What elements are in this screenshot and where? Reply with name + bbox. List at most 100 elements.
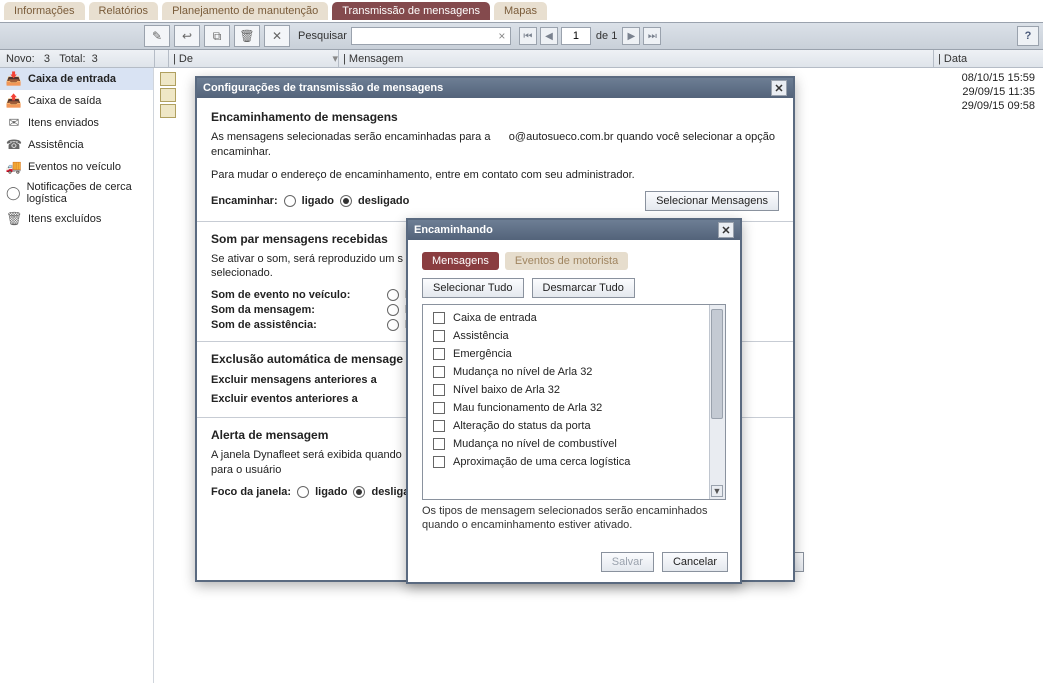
list-scrollbar[interactable]: ▼ (709, 305, 725, 499)
sidebar-item-assist[interactable]: ☎ Assistência (0, 134, 153, 156)
pager: ⏮ ◀ de 1 ▶ ⏭ (519, 27, 661, 45)
sidebar-item-label: Assistência (28, 139, 84, 151)
sound-vehicle-radio[interactable] (387, 289, 399, 301)
sidebar-item-geofence[interactable]: ◯Notificações de cerca logística (0, 178, 153, 208)
sound-msg-radio[interactable] (387, 304, 399, 316)
search-input[interactable] (351, 27, 511, 45)
sidebar-item-trash[interactable]: 🗑 Itens excluídos (0, 208, 153, 230)
pager-prev-icon[interactable]: ◀ (540, 27, 558, 45)
help-icon[interactable]: ? (1017, 26, 1039, 46)
pager-page-input[interactable] (561, 27, 591, 45)
list-item[interactable]: Assistência (423, 327, 725, 345)
tab-messaging[interactable]: Transmissão de mensagens (332, 2, 490, 20)
checkbox[interactable] (433, 366, 445, 378)
scroll-thumb[interactable] (711, 309, 723, 419)
pager-first-icon[interactable]: ⏮ (519, 27, 537, 45)
checkbox[interactable] (433, 438, 445, 450)
dlg2-close-icon[interactable]: ✕ (718, 222, 734, 238)
search-clear-icon[interactable]: × (495, 29, 509, 43)
tab-reports[interactable]: Relatórios (89, 2, 159, 20)
tab-maps[interactable]: Mapas (494, 2, 547, 20)
tab-maintenance[interactable]: Planejamento de manutenção (162, 2, 328, 20)
columns-header: Novo: 3 Total: 3 | De▾ | Mensagem | Data (0, 50, 1043, 68)
focus-off-radio[interactable] (353, 486, 365, 498)
select-all-button[interactable]: Selecionar Tudo (422, 278, 524, 298)
msg-date: 29/09/15 09:58 (962, 100, 1035, 112)
deselect-all-button[interactable]: Desmarcar Tudo (532, 278, 635, 298)
col-message[interactable]: | Mensagem (338, 50, 933, 67)
toolbar-reply-icon[interactable]: ↩ (174, 25, 200, 47)
sidebar-item-label: Caixa de entrada (28, 73, 116, 85)
scroll-down-icon[interactable]: ▼ (711, 485, 723, 497)
checkbox[interactable] (433, 312, 445, 324)
toolbar-new-icon[interactable]: ✎ (144, 25, 170, 47)
checkbox[interactable] (433, 348, 445, 360)
toolbar-copy-icon[interactable]: ⧉ (204, 25, 230, 47)
novo-count: 3 (44, 53, 50, 65)
truck-icon: 🚚 (6, 159, 22, 175)
novo-label: Novo: (6, 53, 35, 65)
focus-on-radio[interactable] (297, 486, 309, 498)
forward-off-radio[interactable] (340, 195, 352, 207)
list-item[interactable]: Caixa de entrada (423, 309, 725, 327)
sidebar-item-vehicle[interactable]: 🚚 Eventos no veículo (0, 156, 153, 178)
toolbar-settings-icon[interactable]: ✕ (264, 25, 290, 47)
list-item[interactable]: Mau funcionamento de Arla 32 (423, 399, 725, 417)
list-item[interactable]: Aproximação de uma cerca logística (423, 453, 725, 471)
sidebar-item-label: Itens enviados (28, 117, 99, 129)
sidebar-item-label: Itens excluídos (28, 213, 101, 225)
list-item[interactable]: Mudança no nível de combustível (423, 435, 725, 453)
toolbar: ✎ ↩ ⧉ 🗑 ✕ Pesquisar × ⏮ ◀ de 1 ▶ ⏭ ? (0, 22, 1043, 50)
dlg1-titlebar: Configurações de transmissão de mensagen… (197, 78, 793, 98)
sent-icon: ✉ (6, 115, 22, 131)
dlg2-titlebar: Encaminhando ✕ (408, 220, 740, 240)
cancel-button[interactable]: Cancelar (662, 552, 728, 572)
sidebar-item-label: Eventos no veículo (28, 161, 121, 173)
list-item[interactable]: Mudança no nível de Arla 32 (423, 363, 725, 381)
sidebar-item-sent[interactable]: ✉ Itens enviados (0, 112, 153, 134)
geofence-icon: ◯ (6, 185, 21, 201)
mail-icon (160, 88, 176, 102)
checkbox[interactable] (433, 384, 445, 396)
top-tabs: Informações Relatórios Planejamento de m… (0, 0, 1043, 22)
checkbox[interactable] (433, 402, 445, 414)
msg-date: 29/09/15 11:35 (962, 86, 1035, 98)
outbox-icon: 📤 (6, 93, 22, 109)
mail-icon (160, 104, 176, 118)
forwarding-text: As mensagens selecionadas serão encaminh… (211, 130, 779, 160)
trash-icon: 🗑 (6, 211, 22, 227)
forwarding-hint: Os tipos de mensagem selecionados serão … (422, 504, 726, 533)
focus-label: Foco da janela: (211, 486, 291, 498)
dlg2-title-text: Encaminhando (414, 224, 493, 236)
forward-label: Encaminhar: (211, 195, 278, 207)
col-from[interactable]: | De▾ (168, 50, 338, 67)
sidebar: 📥Caixa de entrada 📤 Caixa de saída ✉ Itens… (0, 68, 154, 683)
sidebar-item-label: Caixa de saída (28, 95, 101, 107)
pager-of-label: de 1 (596, 30, 617, 42)
tab-info[interactable]: Informações (4, 2, 85, 20)
list-item[interactable]: Alteração do status da porta (423, 417, 725, 435)
total-count: 3 (92, 53, 98, 65)
tab-messages[interactable]: Mensagens (422, 252, 499, 270)
save-button[interactable]: Salvar (601, 552, 654, 572)
sidebar-item-outbox[interactable]: 📤 Caixa de saída (0, 90, 153, 112)
forward-on-radio[interactable] (284, 195, 296, 207)
checkbox[interactable] (433, 420, 445, 432)
col-date[interactable]: | Data (933, 50, 1043, 67)
checkbox[interactable] (433, 456, 445, 468)
sidebar-item-inbox[interactable]: 📥Caixa de entrada (0, 68, 153, 90)
tab-driver-events[interactable]: Eventos de motorista (505, 252, 628, 270)
pager-last-icon[interactable]: ⏭ (643, 27, 661, 45)
list-item[interactable]: Emergência (423, 345, 725, 363)
dlg1-title-text: Configurações de transmissão de mensagen… (203, 82, 443, 94)
list-item[interactable]: Nível baixo de Arla 32 (423, 381, 725, 399)
checkbox[interactable] (433, 330, 445, 342)
sound-assist-radio[interactable] (387, 319, 399, 331)
assist-icon: ☎ (6, 137, 22, 153)
pager-next-icon[interactable]: ▶ (622, 27, 640, 45)
forwarding-dialog: Encaminhando ✕ Mensagens Eventos de moto… (406, 218, 742, 584)
dlg1-close-icon[interactable]: ✕ (771, 80, 787, 96)
select-messages-button[interactable]: Selecionar Mensagens (645, 191, 779, 211)
toolbar-delete-icon[interactable]: 🗑 (234, 25, 260, 47)
msg-date: 08/10/15 15:59 (962, 72, 1035, 84)
